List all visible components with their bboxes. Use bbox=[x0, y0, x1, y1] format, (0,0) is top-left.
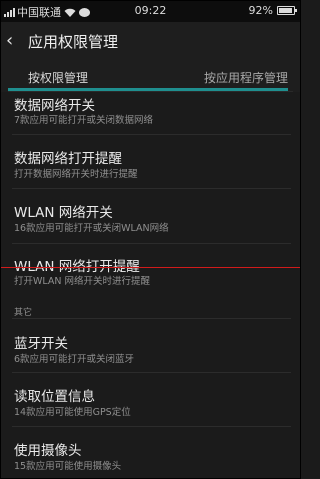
marker-line bbox=[0, 267, 301, 268]
list-item-bluetooth-switch[interactable]: 蓝牙开关 6款应用可能打开或关闭蓝牙 bbox=[0, 319, 301, 367]
tab-by-permission[interactable]: 按权限管理 bbox=[28, 69, 88, 86]
list-item-subtitle: 16款应用可能打开或关闭WLAN网络 bbox=[14, 223, 169, 234]
list-item-wlan-switch[interactable]: WLAN 网络开关 16款应用可能打开或关闭WLAN网络 bbox=[0, 189, 301, 237]
list-item-wlan-reminder[interactable]: WLAN 网络打开提醒 打开WLAN 网络开关时进行提醒 bbox=[0, 244, 301, 292]
list-item-data-network-switch[interactable]: 数据网络开关 7款应用可能打开或关闭数据网络 bbox=[0, 92, 301, 130]
list-item-title: 读取位置信息 bbox=[14, 389, 95, 405]
battery-icon bbox=[277, 6, 297, 15]
list-item-title: 蓝牙开关 bbox=[14, 336, 68, 352]
tab-by-app[interactable]: 按应用程序管理 bbox=[204, 69, 288, 86]
list-item-subtitle: 6款应用可能打开或关闭蓝牙 bbox=[14, 354, 135, 365]
back-icon[interactable]: ‹ bbox=[6, 30, 26, 52]
list-item-subtitle: 15款应用可能使用摄像头 bbox=[14, 461, 122, 472]
list-item-subtitle: 7款应用可能打开或关闭数据网络 bbox=[14, 115, 154, 126]
section-label: 其它 bbox=[14, 308, 33, 318]
list-item-title: WLAN 网络开关 bbox=[14, 205, 113, 221]
title-bar: ‹ 应用权限管理 bbox=[0, 22, 301, 60]
list-item-title: 使用摄像头 bbox=[14, 443, 82, 459]
list-item-title: WLAN 网络打开提醒 bbox=[14, 259, 140, 275]
list-item-title: 数据网络开关 bbox=[14, 98, 95, 114]
page-title: 应用权限管理 bbox=[28, 33, 119, 51]
list-item-camera[interactable]: 使用摄像头 15款应用可能使用摄像头 bbox=[0, 427, 301, 475]
list-item-subtitle: 打开WLAN 网络开关时进行提醒 bbox=[14, 276, 151, 287]
list-item-title: 数据网络打开提醒 bbox=[14, 151, 122, 167]
status-bar-right: 92% bbox=[248, 4, 297, 17]
list-item-data-network-reminder[interactable]: 数据网络打开提醒 打开数据网络开关时进行提醒 bbox=[0, 135, 301, 182]
tab-indicator bbox=[8, 88, 288, 91]
list-item-location[interactable]: 读取位置信息 14款应用可能使用GPS定位 bbox=[0, 373, 301, 421]
list-item-subtitle: 14款应用可能使用GPS定位 bbox=[14, 407, 131, 418]
list-item-subtitle: 打开数据网络开关时进行提醒 bbox=[14, 169, 138, 180]
battery-percent: 92% bbox=[248, 4, 273, 17]
status-bar: 中国联通 09:22 92% bbox=[0, 0, 301, 22]
